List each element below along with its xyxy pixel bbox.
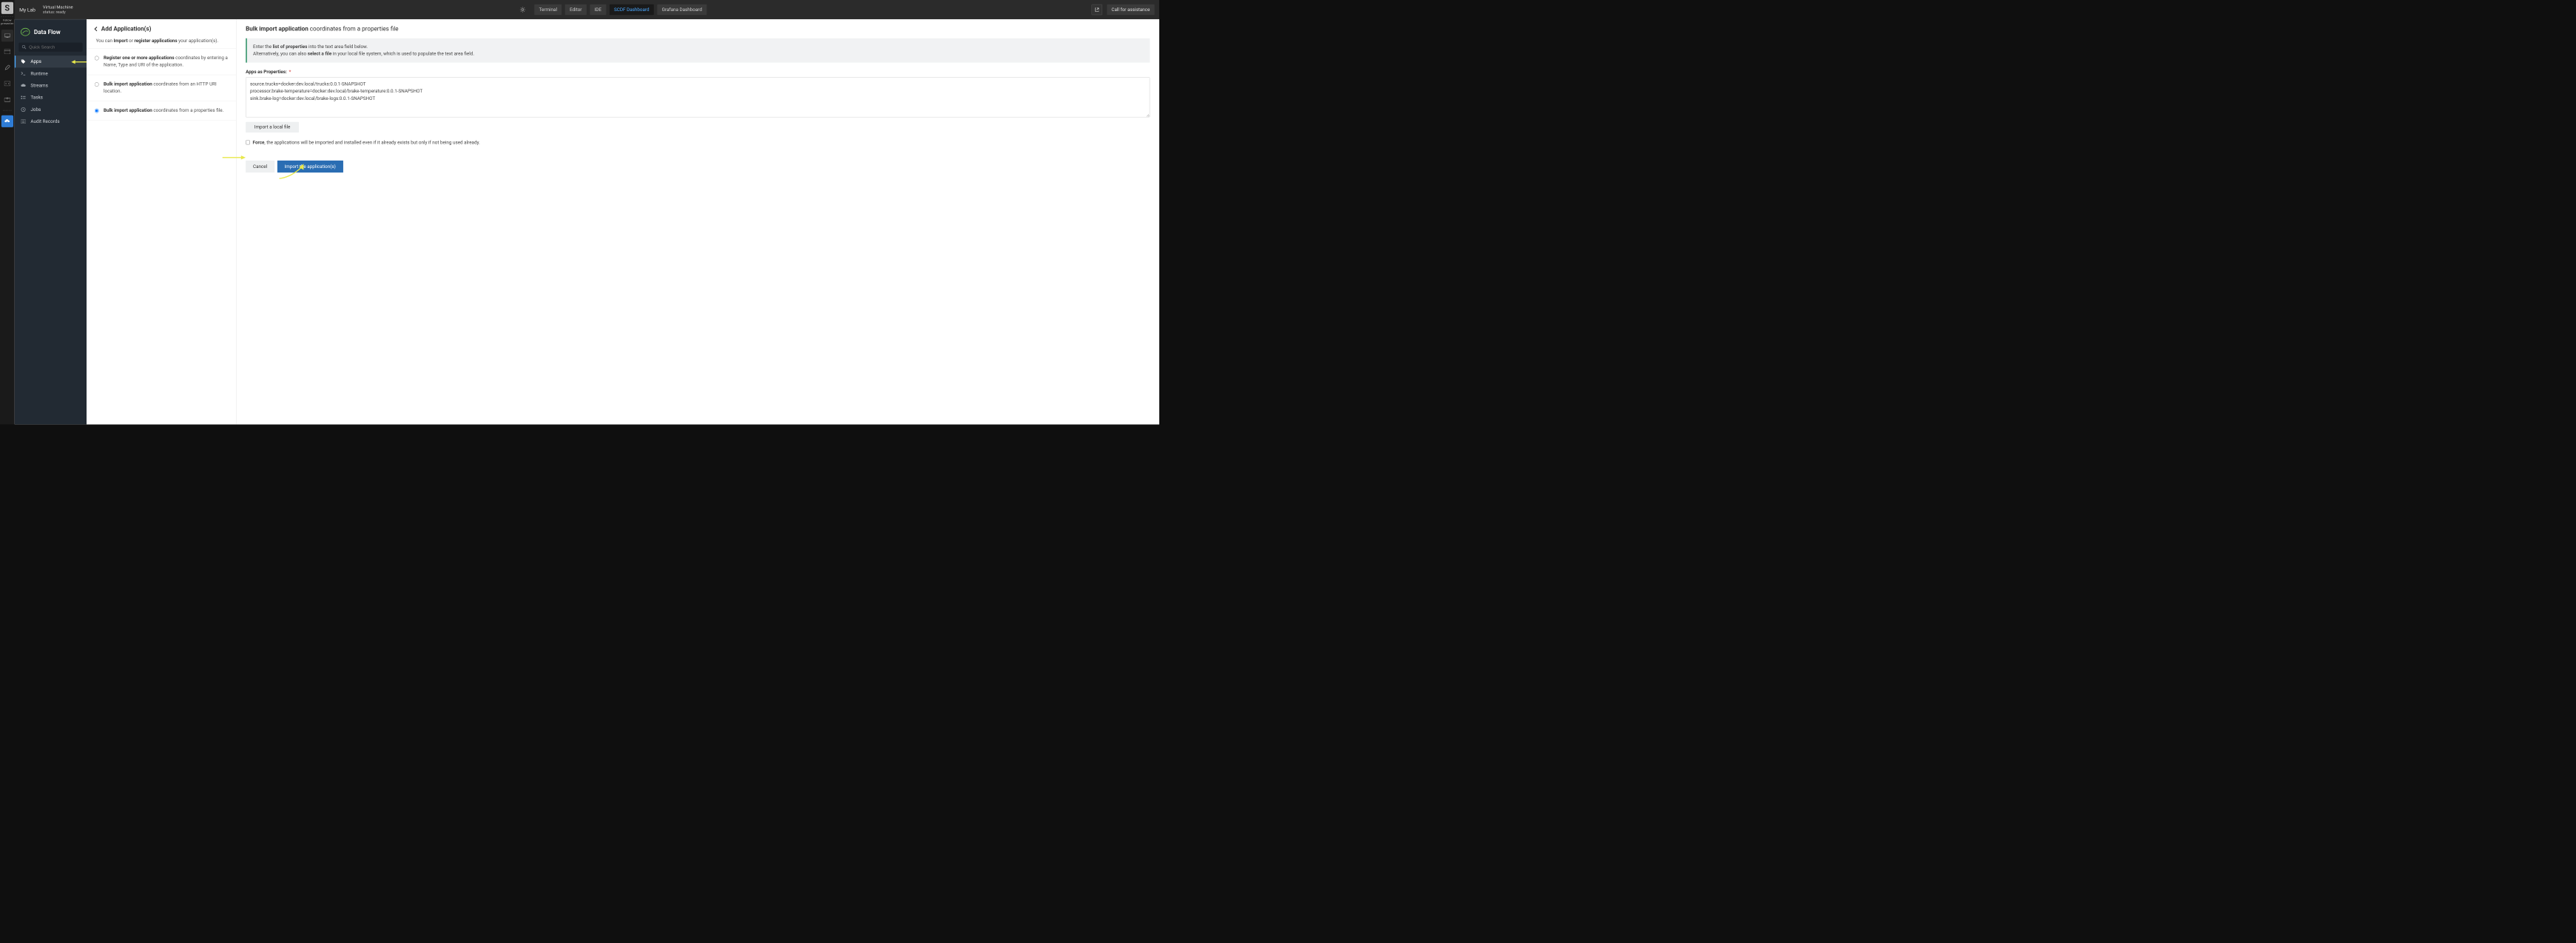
- tab-editor[interactable]: Editor: [565, 4, 587, 15]
- dataflow-sidebar: Data Flow Apps: [15, 19, 87, 424]
- vm-block: Virtual Machine status: ready: [43, 4, 73, 14]
- quick-search[interactable]: [18, 43, 82, 52]
- sidebar-item-streams[interactable]: Streams: [15, 80, 87, 92]
- sidebar-item-label: Streams: [30, 83, 47, 88]
- dataflow-brand-text: Data Flow: [34, 28, 61, 35]
- left-rail: S • • • • • • Followpresenter • • • • • …: [0, 0, 15, 424]
- tags-icon: [21, 59, 26, 64]
- option-register-apps-radio[interactable]: [95, 56, 99, 61]
- import-local-file-button[interactable]: Import a local file: [246, 122, 299, 132]
- platform-logo: S: [1, 2, 13, 14]
- tab-grafana-dashboard[interactable]: Grafana Dashboard: [657, 4, 707, 15]
- pane-subtitle: You can Import or register applications …: [87, 38, 236, 49]
- rail-pencil-icon[interactable]: [1, 61, 13, 73]
- quick-search-input[interactable]: [29, 44, 87, 50]
- presenter-screen-icon[interactable]: [1, 30, 13, 41]
- vm-status: status: ready: [43, 10, 73, 14]
- force-label: Force, the applications will be imported…: [253, 140, 480, 145]
- sidebar-item-label: Runtime: [30, 71, 47, 76]
- terminal-prompt-icon: [21, 72, 26, 75]
- sidebar-item-jobs[interactable]: Jobs: [15, 104, 87, 115]
- follow-presenter-label[interactable]: Followpresenter: [1, 19, 13, 26]
- pane-title: Add Application(s): [87, 19, 236, 38]
- clock-icon: [21, 107, 26, 112]
- search-icon: [22, 45, 27, 50]
- rail-share-screen-icon[interactable]: [1, 93, 13, 105]
- sidebar-item-runtime[interactable]: Runtime: [15, 67, 87, 79]
- option-bulk-import-http[interactable]: Bulk import application coordinates from…: [87, 75, 236, 101]
- info-box: Enter the list of properties into the te…: [246, 38, 1150, 63]
- rail-dots: • • • • • •: [1, 16, 13, 19]
- apps-as-properties-textarea[interactable]: [246, 77, 1150, 117]
- rail-cloud-download-icon[interactable]: [1, 115, 13, 127]
- rail-separator: • • • • • •: [3, 109, 12, 112]
- sidebar-item-audit-records[interactable]: Audit Records: [15, 115, 87, 127]
- tasks-icon: [21, 95, 26, 99]
- lab-label: My Lab: [19, 7, 36, 13]
- add-application-options-pane: Add Application(s) You can Import or reg…: [87, 19, 237, 424]
- back-icon[interactable]: [94, 26, 98, 31]
- apps-as-properties-label: Apps as Properties:*: [246, 70, 1150, 75]
- pane-title-text: Add Application(s): [101, 25, 152, 32]
- list-icon: [21, 120, 26, 124]
- external-link-icon[interactable]: [1091, 4, 1102, 15]
- tab-terminal[interactable]: Terminal: [534, 4, 562, 15]
- rail-window-icon[interactable]: [1, 46, 13, 58]
- dataflow-logo-icon: [20, 27, 30, 37]
- sidebar-item-label: Tasks: [30, 95, 43, 100]
- import-applications-button[interactable]: Import the application(s): [277, 161, 343, 172]
- sidebar-item-label: Jobs: [30, 107, 41, 112]
- vm-title: Virtual Machine: [43, 4, 73, 10]
- rail-code-icon[interactable]: [1, 78, 13, 90]
- required-asterisk-icon: *: [289, 70, 291, 75]
- option-bulk-import-http-radio[interactable]: [95, 82, 99, 87]
- dataflow-brand: Data Flow: [15, 24, 87, 42]
- bulk-import-form-pane: Bulk import application coordinates from…: [237, 19, 1159, 424]
- option-bulk-import-properties[interactable]: Bulk import application coordinates from…: [87, 101, 236, 121]
- cancel-button[interactable]: Cancel: [246, 161, 274, 172]
- option-register-apps[interactable]: Register one or more applications coordi…: [87, 49, 236, 75]
- sidebar-item-apps[interactable]: Apps: [15, 56, 87, 67]
- form-title: Bulk import application coordinates from…: [246, 25, 1150, 32]
- option-bulk-import-properties-radio[interactable]: [95, 109, 99, 113]
- gear-icon[interactable]: [518, 4, 528, 14]
- sidebar-item-label: Apps: [30, 59, 41, 64]
- cloud-icon: [21, 84, 26, 87]
- call-assistance-button[interactable]: Call for assistance: [1107, 4, 1155, 15]
- tab-ide[interactable]: IDE: [590, 4, 606, 15]
- tab-scdf-dashboard[interactable]: SCDF Dashboard: [610, 4, 654, 15]
- sidebar-item-label: Audit Records: [30, 119, 59, 124]
- sidebar-item-tasks[interactable]: Tasks: [15, 92, 87, 104]
- force-checkbox[interactable]: [246, 141, 250, 145]
- topbar: My Lab Virtual Machine status: ready Ter…: [15, 0, 1159, 19]
